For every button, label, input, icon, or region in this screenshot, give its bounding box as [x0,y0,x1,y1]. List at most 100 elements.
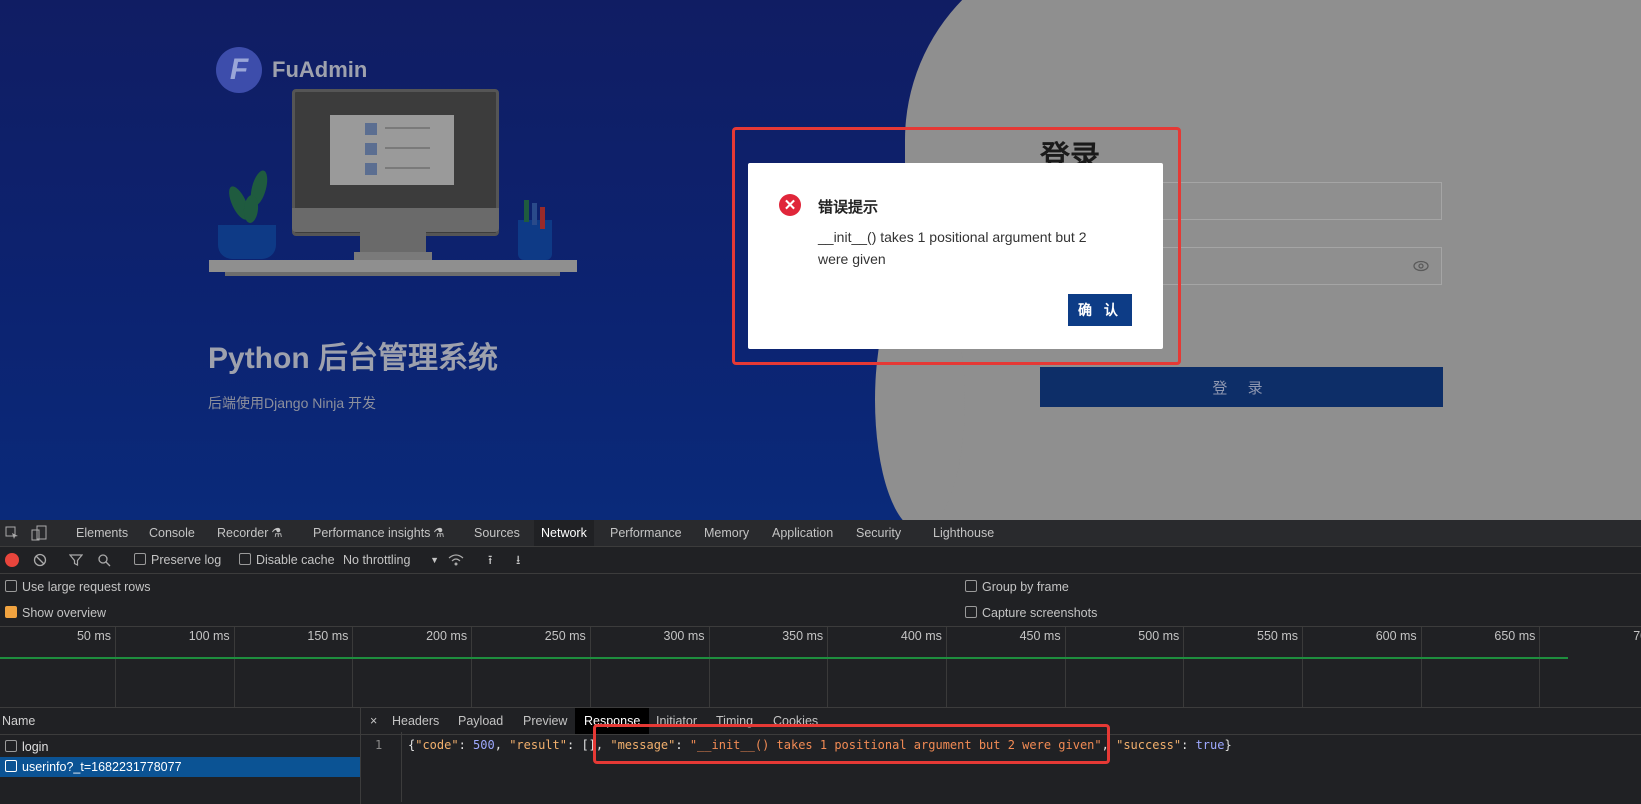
hero-subtitle: 后端使用Django Ninja 开发 [208,395,377,411]
eye-icon[interactable] [1413,258,1429,274]
json-key: "success" [1116,738,1182,752]
timeline-tick-label: 700 [1633,629,1641,643]
disable-cache-checkbox[interactable]: Disable cache [239,547,335,573]
file-icon [5,760,17,772]
tab-recorder-label: Recorder [217,526,269,540]
request-row[interactable]: userinfo?_t=1682231778077 [0,757,360,777]
tab-sources[interactable]: Sources [467,520,527,546]
tab-lighthouse[interactable]: Lighthouse [926,520,1001,546]
tab-security[interactable]: Security [849,520,908,546]
timeline-gridline [233,627,235,707]
timeline-tick-label: 650 ms [1494,629,1536,643]
devtools-tab-bar: Elements Console Recorder ⚗ Performance i… [0,520,1641,547]
network-toolbar: Preserve log Disable cache No throttling… [0,547,1641,574]
login-button[interactable]: 登 录 [1040,367,1443,407]
tab-performance[interactable]: Performance [603,520,689,546]
show-overview-checkbox[interactable]: Show overview [5,602,106,624]
timeline-gridline [1064,627,1066,707]
timeline-gridline [1539,627,1541,707]
tab-payload[interactable]: Payload [449,708,512,734]
record-icon[interactable] [5,553,19,567]
illustration-monitor-chin [292,208,499,232]
error-icon: ✕ [779,194,801,216]
capture-screenshots-checkbox[interactable]: Capture screenshots [965,602,1097,624]
large-rows-checkbox[interactable]: Use large request rows [5,576,151,598]
illustration-desk-shadow [225,272,560,276]
timeline-tick-label: 600 ms [1375,629,1417,643]
group-by-frame-label: Group by frame [982,580,1069,594]
illustration-plant-pot [218,225,276,259]
illustration-screen [330,115,454,185]
request-name: userinfo?_t=1682231778077 [22,760,182,774]
flask-icon: ⚗ [433,526,445,540]
network-settings: Use large request rows Show overview Gro… [0,574,1641,627]
filter-icon[interactable] [69,553,83,567]
checkbox-box [239,553,251,565]
illustration-stand-base [354,252,432,260]
tab-preview[interactable]: Preview [514,708,576,734]
checkbox-box [965,580,977,592]
confirm-button[interactable]: 确 认 [1068,294,1132,326]
logo-text: FuAdmin [272,57,368,82]
tab-application[interactable]: Application [765,520,840,546]
request-row[interactable]: login [0,737,360,757]
search-icon[interactable] [97,553,111,567]
tab-recorder[interactable]: Recorder ⚗ [210,520,290,546]
clear-icon[interactable] [33,553,47,567]
timeline-gridline [1302,627,1303,707]
file-icon [5,740,17,752]
inspect-element-icon[interactable] [5,526,19,540]
line-number: 1 [375,738,383,752]
illustration-pen-cup [518,220,552,260]
tab-elements[interactable]: Elements [69,520,135,546]
network-conditions-icon[interactable] [448,553,464,567]
json-boolean: true [1195,738,1225,752]
tab-headers[interactable]: Headers [383,708,448,734]
throttling-select[interactable]: No throttling ▼ [343,547,439,573]
flask-icon: ⚗ [271,526,283,540]
illustration-pen [540,207,545,229]
chevron-down-icon: ▼ [430,555,439,565]
tab-console[interactable]: Console [142,520,202,546]
request-name: login [22,740,49,754]
network-overview[interactable]: 50 ms 100 ms 150 ms 200 ms 250 ms 300 ms 350 m… [0,627,1641,708]
timeline-tick-label: 350 ms [782,629,824,643]
request-list: Name login userinfo?_t=1682231778077 [0,708,362,804]
timeline-gridline [1420,627,1422,707]
preserve-log-checkbox[interactable]: Preserve log [134,547,221,573]
timeline-tick-label: 400 ms [900,629,942,643]
timeline-tick-label: 250 ms [544,629,586,643]
timeline-gridline [708,627,710,707]
json-key: "code" [415,738,459,752]
timeline-gridline [945,627,947,707]
group-by-frame-checkbox[interactable]: Group by frame [965,576,1069,598]
timeline-gridline [352,627,354,707]
illustration-desk [209,260,577,272]
highlight-frame-response [593,724,1110,764]
timeline-gridline [589,627,591,707]
dialog-message: __init__() takes 1 positional argument b… [818,229,1087,267]
tab-performance-insights[interactable]: Performance insights ⚗ [306,520,452,546]
preserve-log-label: Preserve log [151,553,222,567]
timeline-tick-label: 50 ms [76,629,111,643]
timeline-gridline [1183,627,1185,707]
json-key: "result" [509,738,567,752]
checkbox-box [134,553,146,565]
device-toolbar-icon[interactable] [31,525,47,541]
hero-title: Python 后台管理系统 [208,342,498,375]
timeline-gridline [471,627,473,707]
capture-screenshots-label: Capture screenshots [982,606,1098,620]
import-har-icon[interactable]: ⭱ [488,547,492,573]
illustration-stand [360,232,426,254]
name-column-header[interactable]: Name [0,708,362,735]
illustration-pen [532,203,537,225]
throttling-value: No throttling [343,553,411,567]
export-har-icon[interactable]: ⭳ [516,547,520,573]
checkbox-box [965,606,977,618]
tab-memory[interactable]: Memory [697,520,756,546]
disable-cache-label: Disable cache [256,553,335,567]
timeline-tick-label: 300 ms [663,629,705,643]
dialog-title: 错误提示 [818,199,879,216]
timeline-tick-label: 100 ms [188,629,230,643]
tab-network[interactable]: Network [534,520,594,546]
